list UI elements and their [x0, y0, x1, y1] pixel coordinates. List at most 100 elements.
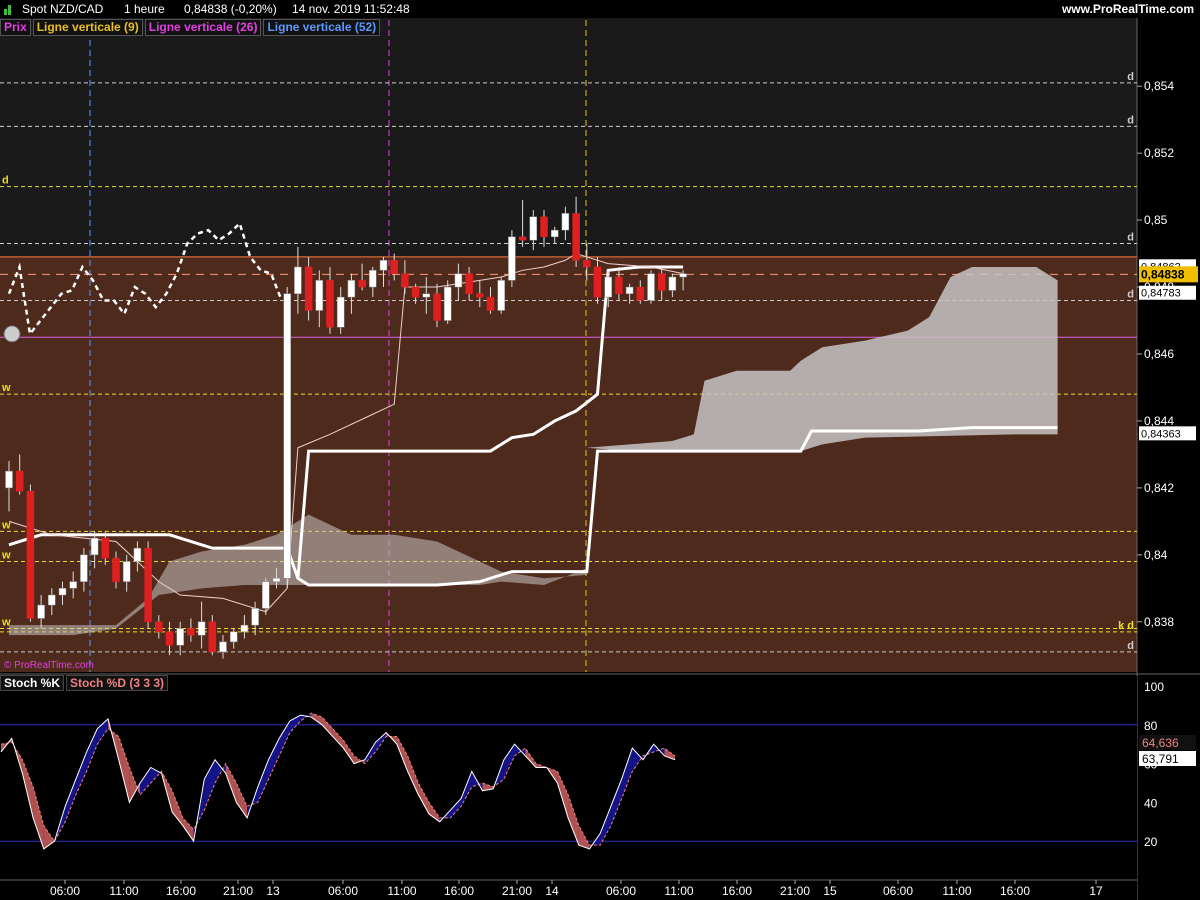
candle-body	[15, 470, 24, 492]
price-axis-bg	[1137, 18, 1200, 672]
candle-body	[540, 216, 548, 238]
candle-body	[668, 276, 677, 291]
candle-body	[443, 286, 452, 321]
candle-body	[497, 280, 505, 311]
candle-body	[176, 628, 184, 646]
candle-body	[37, 604, 45, 619]
candle-body	[508, 236, 516, 281]
x-tick-label: 13	[266, 884, 280, 898]
candle-body	[369, 270, 377, 288]
level-tag-1: d	[1127, 114, 1134, 126]
copyright: © ProRealTime.com	[4, 660, 94, 671]
price-tick-label: 0,844	[1144, 414, 1174, 428]
candle-body	[476, 293, 484, 298]
x-tick-label: 06:00	[50, 884, 80, 898]
x-tick-label: 14	[545, 884, 559, 898]
level-tag-3: d	[1127, 232, 1134, 244]
candle-body	[144, 547, 152, 623]
price-label: 0,84783	[1141, 288, 1181, 300]
x-tick-label: 06:00	[328, 884, 358, 898]
x-tick-label: 17	[1089, 884, 1103, 898]
x-tick-label: 16:00	[166, 884, 196, 898]
price-tick-label: 0,854	[1144, 79, 1174, 93]
level-tag-2: d	[2, 175, 9, 187]
price-tick-label: 0,838	[1144, 615, 1174, 629]
price-tick-label: 0,85	[1144, 213, 1168, 227]
candle-body	[358, 280, 366, 288]
stoch-tick-label: 80	[1144, 719, 1158, 733]
price-tick-label: 0,842	[1144, 481, 1174, 495]
candle-body	[122, 561, 131, 582]
candle-body	[69, 581, 77, 589]
candle-body	[379, 260, 388, 271]
x-tick-label: 06:00	[883, 884, 913, 898]
x-tick-label: 15	[823, 884, 837, 898]
candle-body	[272, 578, 281, 582]
legend-stoch-d[interactable]: Stoch %D (3 3 3)	[66, 675, 169, 691]
candle-body	[550, 229, 559, 238]
x-tick-label: 11:00	[664, 884, 693, 898]
x-tick-label: 21:00	[780, 884, 810, 898]
candle-body	[636, 286, 645, 301]
candle-body	[80, 554, 88, 582]
candle-body	[625, 286, 634, 294]
candle-body	[187, 628, 195, 636]
x-tick-label: 16:00	[722, 884, 752, 898]
candle-body	[208, 621, 217, 653]
candle-body	[58, 588, 67, 596]
level-tag-12: d	[1127, 640, 1134, 652]
x-tick-label: 11:00	[942, 884, 971, 898]
stoch-tick-label: 20	[1144, 835, 1158, 849]
candle-body	[112, 557, 120, 582]
candle-body	[486, 296, 495, 311]
candle-body	[26, 490, 35, 619]
candle-body	[518, 236, 527, 241]
candle-body	[679, 273, 687, 278]
candle-body	[326, 280, 334, 328]
candle-body	[657, 273, 666, 291]
level-tag-9: w	[1, 550, 11, 562]
chart-canvas[interactable]: dddddwwwwk dd0,8540,8520,850,8480,8460,8…	[0, 0, 1200, 900]
candle-body	[294, 266, 302, 294]
x-tick-label: 11:00	[387, 884, 416, 898]
current-price-label: 0,84838	[1141, 267, 1185, 281]
price-label: 0,84363	[1141, 428, 1181, 440]
stoch-tick-label: 100	[1144, 680, 1164, 694]
candle-body	[90, 537, 99, 556]
candle-body	[454, 273, 463, 288]
price-tick-label: 0,846	[1144, 347, 1174, 361]
level-tag-7: w	[1, 382, 11, 394]
candle-body	[390, 260, 398, 274]
legend-price[interactable]: Prix	[0, 19, 31, 36]
candle-body	[133, 547, 142, 562]
candle-body	[155, 621, 163, 633]
candle-body	[197, 621, 206, 636]
candle-body	[615, 276, 623, 294]
stoch-legend: Stoch %K Stoch %D (3 3 3)	[0, 675, 170, 691]
candle-body	[529, 216, 538, 241]
stoch-panel-bg	[0, 676, 1137, 880]
candle-body	[604, 276, 612, 298]
candle-body	[465, 273, 473, 294]
candle-body	[229, 631, 238, 643]
price-legend: Prix Ligne verticale (9) Ligne verticale (…	[0, 18, 382, 36]
candle-body	[48, 594, 56, 606]
candle-body	[336, 296, 345, 328]
level-tag-5: d	[1127, 288, 1134, 300]
candle-body	[304, 266, 313, 311]
candle-body	[101, 537, 110, 559]
x-tick-label: 16:00	[444, 884, 474, 898]
stoch-tick-label: 40	[1144, 796, 1158, 810]
candle-body	[262, 581, 270, 609]
candle-body	[572, 213, 580, 261]
legend-vertical-52[interactable]: Ligne verticale (52)	[263, 19, 381, 36]
legend-stoch-k[interactable]: Stoch %K	[0, 675, 65, 691]
stoch-k-value: 63,791	[1142, 752, 1179, 766]
legend-vertical-26[interactable]: Ligne verticale (26)	[144, 19, 262, 36]
candle-body	[165, 631, 174, 646]
x-tick-label: 21:00	[502, 884, 532, 898]
legend-vertical-9[interactable]: Ligne verticale (9)	[32, 19, 143, 36]
candle-body	[583, 260, 591, 268]
candle-body	[593, 266, 602, 298]
level-tag-11: k d	[1118, 620, 1134, 632]
